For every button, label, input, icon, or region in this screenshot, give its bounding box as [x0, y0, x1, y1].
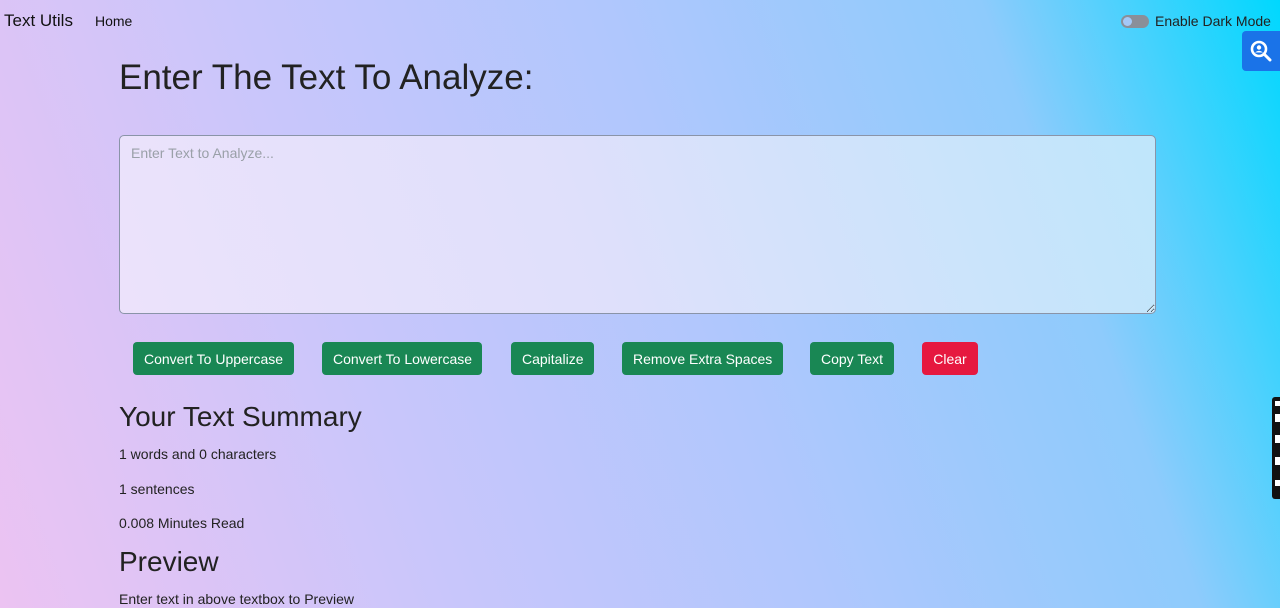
capitalize-button[interactable]: Capitalize [511, 342, 594, 375]
copy-text-button[interactable]: Copy Text [810, 342, 894, 375]
dark-mode-toggle[interactable]: Enable Dark Mode [1121, 13, 1271, 29]
dark-mode-label: Enable Dark Mode [1155, 13, 1271, 29]
magnifier-search-icon [1250, 40, 1272, 62]
brand-link[interactable]: Text Utils [4, 11, 73, 31]
clear-button[interactable]: Clear [922, 342, 978, 375]
word-character-count: 1 words and 0 characters [119, 446, 277, 462]
page-title: Enter The Text To Analyze: [119, 58, 534, 97]
convert-lowercase-button[interactable]: Convert To Lowercase [322, 342, 482, 375]
text-input[interactable] [119, 135, 1156, 314]
switch-knob [1123, 16, 1132, 26]
sentence-count: 1 sentences [119, 481, 195, 497]
preview-title: Preview [119, 546, 219, 577]
search-widget-button[interactable] [1242, 31, 1280, 71]
dark-mode-switch[interactable] [1121, 14, 1149, 28]
navbar: Text Utils Home Enable Dark Mode [0, 0, 1280, 40]
side-toolbar[interactable] [1272, 397, 1280, 499]
preview-text: Enter text in above textbox to Preview [119, 591, 355, 607]
nav-home-link[interactable]: Home [95, 13, 132, 29]
convert-uppercase-button[interactable]: Convert To Uppercase [133, 342, 294, 375]
remove-extra-spaces-button[interactable]: Remove Extra Spaces [622, 342, 783, 375]
summary-title: Your Text Summary [119, 401, 362, 432]
read-time: 0.008 Minutes Read [119, 515, 245, 531]
